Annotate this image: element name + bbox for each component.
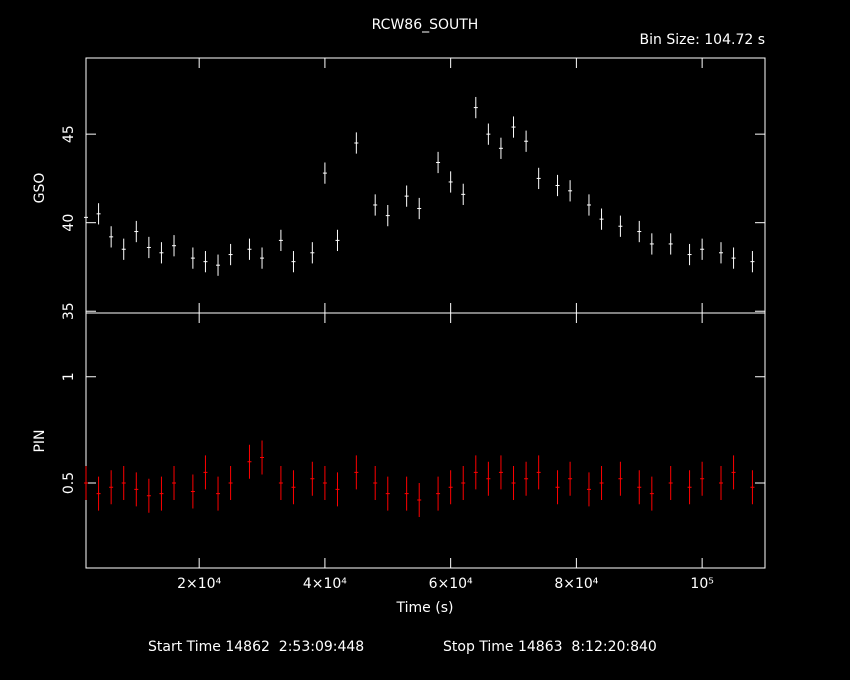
y-tick-label: 45 xyxy=(61,125,77,143)
chart-title: RCW86_SOUTH xyxy=(372,17,479,33)
start-time-label: Start Time 14862 2:53:09:448 xyxy=(148,639,364,655)
x-tick-label: 6×10⁴ xyxy=(429,576,473,592)
bin-size-label: Bin Size: 104.72 s xyxy=(640,32,765,48)
gso-axis-label: GSO xyxy=(32,173,48,204)
gso-panel xyxy=(85,57,766,314)
pin-axis-label: PIN xyxy=(32,429,48,452)
x-tick-label: 10⁵ xyxy=(690,576,713,592)
x-tick-label: 4×10⁴ xyxy=(303,576,347,592)
y-tick-label: 35 xyxy=(61,302,77,320)
y-tick-label: 40 xyxy=(61,214,77,232)
gso-panel-frame xyxy=(85,57,766,314)
y-tick-label: 0.5 xyxy=(61,472,77,494)
data-marks xyxy=(84,96,755,517)
x-tick-label: 8×10⁴ xyxy=(554,576,598,592)
pin-panel xyxy=(85,312,766,569)
pin-panel-frame xyxy=(85,312,766,569)
y-tick-label: 1 xyxy=(61,372,77,381)
lightcurve-figure: RCW86_SOUTH Bin Size: 104.72 s GSO PIN T… xyxy=(32,17,766,655)
stop-time-label: Stop Time 14863 8:12:20:840 xyxy=(443,639,657,655)
time-axis-label: Time (s) xyxy=(396,600,454,616)
axis-ticks: 35 40 45 0.5 1 2×10⁴ 4×10⁴ 6×10⁴ 8×10⁴ 10⁵ xyxy=(61,58,765,592)
x-tick-label: 2×10⁴ xyxy=(177,576,221,592)
